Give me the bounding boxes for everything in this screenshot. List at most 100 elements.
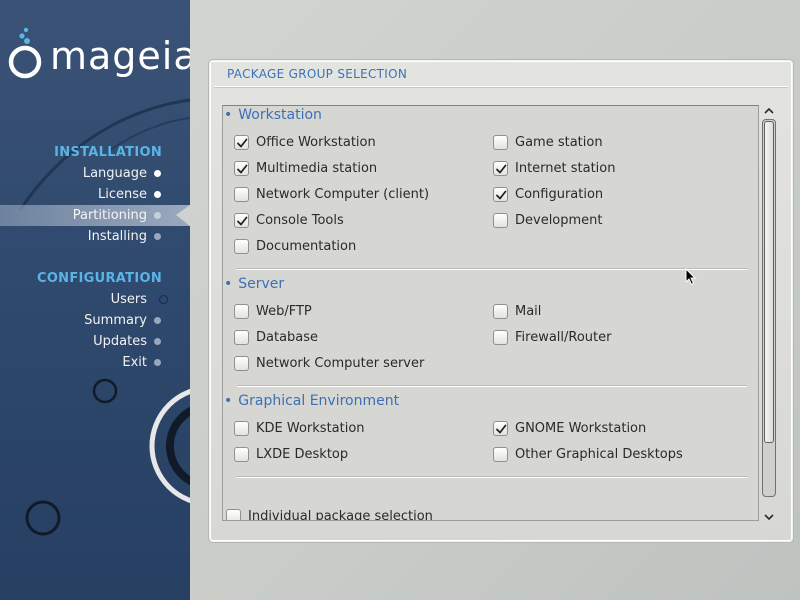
option-label: Individual package selection [248, 509, 433, 521]
step-status-dot [154, 212, 161, 219]
option-label: LXDE Desktop [256, 447, 349, 462]
checkmark-icon [496, 190, 507, 200]
step-users: Users [0, 289, 190, 310]
option-console-tools[interactable]: Console Tools [234, 212, 344, 230]
checkbox[interactable] [493, 187, 508, 202]
option-mail[interactable]: Mail [493, 303, 541, 321]
option-internet-station[interactable]: Internet station [493, 160, 616, 178]
option-development[interactable]: Development [493, 212, 603, 230]
checkbox[interactable] [493, 213, 508, 228]
checkbox[interactable] [234, 161, 249, 176]
list-scrollbar[interactable] [761, 105, 777, 525]
option-label: Network Computer (client) [256, 187, 430, 202]
option-network-computer-server[interactable]: Network Computer server [234, 355, 424, 373]
checkbox[interactable] [234, 135, 249, 150]
checkbox[interactable] [234, 187, 249, 202]
option-network-computer-client[interactable]: Network Computer (client) [234, 186, 429, 204]
step-updates: Updates [0, 331, 190, 352]
checkbox[interactable] [493, 421, 508, 436]
step-label: License [97, 187, 147, 202]
option-multimedia-station[interactable]: Multimedia station [234, 160, 377, 178]
bullet-icon: • [224, 276, 233, 292]
option-label: KDE Workstation [256, 421, 365, 436]
mouse-pointer-icon [685, 268, 697, 286]
group-separator [237, 385, 747, 387]
group-separator [237, 268, 747, 270]
checkbox[interactable] [226, 509, 241, 520]
option-label: Internet station [515, 161, 616, 176]
checkbox[interactable] [234, 239, 249, 254]
option-label: Configuration [515, 187, 604, 202]
group-separator [237, 476, 747, 478]
step-status-dot [154, 359, 161, 366]
package-group-list[interactable]: • Workstation Office Workstation Game sta… [222, 105, 759, 521]
step-label: Language [82, 166, 147, 181]
checkbox[interactable] [493, 447, 508, 462]
panel-title-divider [214, 86, 788, 88]
checkbox[interactable] [234, 447, 249, 462]
option-label: Game station [515, 135, 603, 150]
option-kde-workstation[interactable]: KDE Workstation [234, 420, 365, 438]
step-language: Language [0, 163, 190, 184]
option-game-station[interactable]: Game station [493, 134, 603, 152]
scrollbar-thumb[interactable] [764, 121, 774, 443]
option-label: Office Workstation [256, 135, 376, 150]
checkbox[interactable] [234, 356, 249, 371]
option-database[interactable]: Database [234, 329, 318, 347]
option-web-ftp[interactable]: Web/FTP [234, 303, 312, 321]
checkbox[interactable] [234, 421, 249, 436]
checkbox[interactable] [493, 135, 508, 150]
group-title-workstation: • Workstation [224, 107, 322, 123]
sidebar: mageia INSTALLATION Language License Par… [0, 0, 190, 600]
checkmark-icon [496, 424, 507, 434]
option-office-workstation[interactable]: Office Workstation [234, 134, 376, 152]
step-label: Exit [122, 355, 147, 370]
option-lxde-desktop[interactable]: LXDE Desktop [234, 446, 348, 464]
checkbox[interactable] [493, 161, 508, 176]
step-exit: Exit [0, 352, 190, 373]
checkbox[interactable] [234, 330, 249, 345]
group-title-text: Workstation [238, 107, 322, 123]
step-label: Users [110, 292, 147, 307]
option-gnome-workstation[interactable]: GNOME Workstation [493, 420, 646, 438]
group-title-text: Graphical Environment [238, 393, 400, 409]
option-label: Web/FTP [256, 304, 312, 319]
checkmark-icon [496, 164, 507, 174]
step-status-dot [154, 170, 161, 177]
checkbox[interactable] [493, 304, 508, 319]
checkbox[interactable] [234, 213, 249, 228]
step-license: License [0, 184, 190, 205]
checkmark-icon [237, 216, 248, 226]
step-installing: Installing [0, 226, 190, 247]
step-summary: Summary [0, 310, 190, 331]
bullet-icon: • [224, 107, 233, 123]
group-title-graphical-environment: • Graphical Environment [224, 393, 399, 409]
bullet-icon: • [224, 393, 233, 409]
checkbox[interactable] [493, 330, 508, 345]
scroll-down-icon[interactable] [762, 511, 776, 523]
step-status-dot [154, 317, 161, 324]
step-status-dot [154, 191, 161, 198]
option-documentation[interactable]: Documentation [234, 238, 356, 256]
option-individual-package-selection[interactable]: Individual package selection [226, 508, 433, 521]
mageia-logo: mageia [8, 26, 190, 84]
group-title-text: Server [238, 276, 285, 292]
step-status-dot [154, 338, 161, 345]
option-label: Network Computer server [256, 356, 425, 371]
option-configuration[interactable]: Configuration [493, 186, 603, 204]
step-partitioning: Partitioning [0, 205, 190, 226]
package-group-panel: PACKAGE GROUP SELECTION • Workstation Off… [209, 60, 793, 542]
configuration-section-title: CONFIGURATION [36, 271, 162, 286]
option-firewall-router[interactable]: Firewall/Router [493, 329, 611, 347]
checkmark-icon [237, 138, 248, 148]
group-title-server: • Server [224, 276, 284, 292]
option-label: Console Tools [256, 213, 344, 228]
current-step-arrow-icon [176, 205, 190, 226]
scrollbar-track[interactable] [762, 119, 776, 497]
option-label: Documentation [256, 239, 357, 254]
checkbox[interactable] [234, 304, 249, 319]
scroll-up-icon[interactable] [762, 105, 776, 117]
step-label: Installing [87, 229, 147, 244]
installation-section-title: INSTALLATION [54, 145, 162, 160]
option-other-graphical-desktops[interactable]: Other Graphical Desktops [493, 446, 683, 464]
